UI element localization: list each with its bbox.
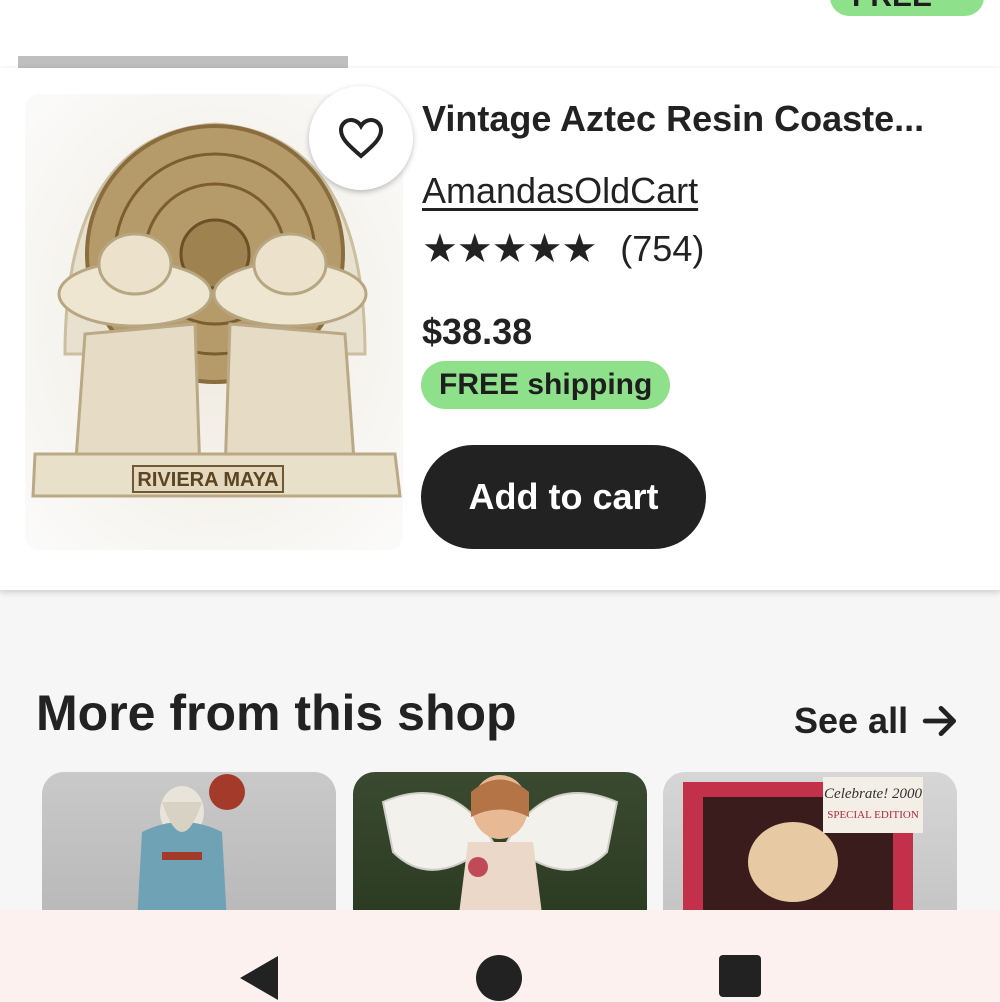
home-icon[interactable] [475, 954, 523, 1002]
carousel-scroll-indicator [18, 56, 348, 68]
arrow-right-icon [922, 705, 957, 737]
top-strip: FREE shi [0, 0, 1000, 70]
box-sublabel: SPECIAL EDITION [827, 809, 919, 821]
shop-item-thumbnail-3[interactable]: Celebrate! 2000 SPECIAL EDITION [663, 772, 957, 922]
review-count: (754) [620, 228, 705, 269]
see-all-label: See all [794, 700, 909, 741]
recents-icon[interactable] [718, 954, 762, 998]
system-navigation-bar [0, 910, 1000, 1001]
section-title: More from this shop [36, 685, 517, 741]
angel-ornament-image [381, 775, 619, 922]
price: $38.38 [422, 311, 533, 352]
shop-item-thumbnail-1[interactable] [42, 772, 336, 922]
rating: ★★★★★ (754) [422, 226, 704, 272]
favorite-button[interactable] [309, 86, 413, 190]
image-caption: RIVIERA MAYA [137, 469, 278, 491]
see-all-link[interactable]: See all [794, 700, 960, 742]
heart-icon [338, 117, 384, 159]
figurine-image [137, 774, 245, 922]
star-rating-icons: ★★★★★ [422, 227, 597, 271]
shop-name-link[interactable]: AmandasOldCart [422, 170, 698, 212]
shop-item-thumbnail-2[interactable] [353, 772, 647, 922]
free-shipping-badge: FREE shipping [421, 361, 671, 409]
product-card[interactable]: RIVIERA MAYA Vintage Aztec Resin Coaste.… [0, 68, 1000, 590]
product-title[interactable]: Vintage Aztec Resin Coaste... [422, 98, 924, 140]
add-to-cart-button[interactable]: Add to cart [421, 445, 706, 549]
boxed-ornament-image: Celebrate! 2000 SPECIAL EDITION [683, 777, 923, 922]
free-shipping-badge-previous: FREE shi [830, 0, 984, 16]
box-label: Celebrate! 2000 [824, 786, 922, 802]
back-icon[interactable] [236, 954, 282, 1002]
